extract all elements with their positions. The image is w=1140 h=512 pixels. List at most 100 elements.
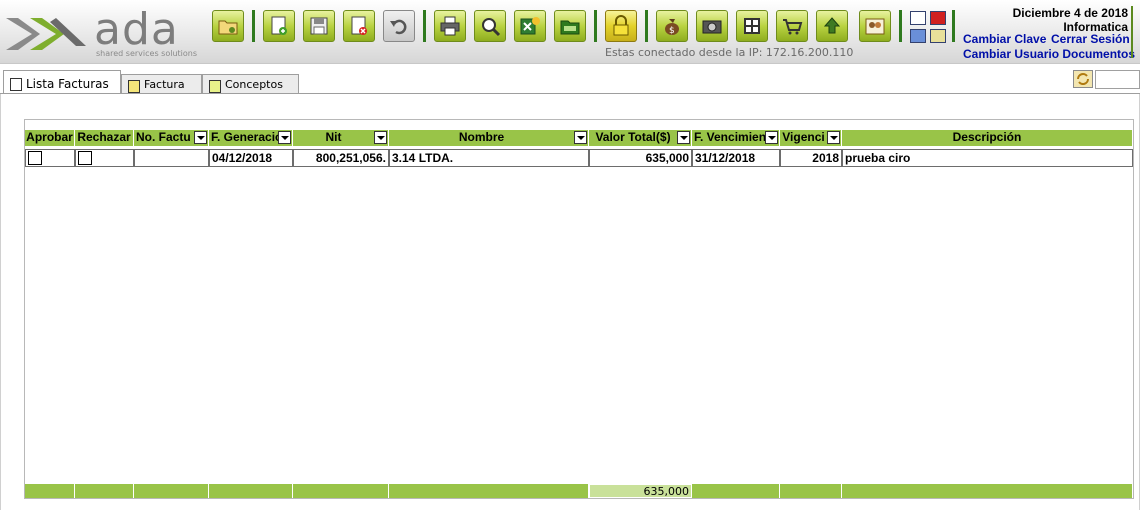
users-button[interactable] [859,10,891,42]
money-bag-icon: $ [661,15,683,37]
dropdown-arrow-icon[interactable] [278,131,291,144]
footer-total-valor: 635,000 [589,484,692,498]
money-folder-button[interactable] [554,10,586,42]
upload-button[interactable] [816,10,848,42]
camera-icon [701,15,723,37]
tree-view-icon[interactable] [910,29,926,43]
column-label: Rechazar [77,130,130,144]
table-cell-no-factura[interactable] [134,149,209,167]
refresh-button[interactable] [1073,70,1093,88]
calculator-icon [741,15,763,37]
list-icon [10,78,22,91]
toolbar-separator [594,10,597,42]
table-cell-nombre[interactable]: 3.14 LTDA. [389,149,589,167]
dropdown-arrow-icon[interactable] [765,131,778,144]
document-icon [128,80,140,93]
save-button[interactable] [303,10,335,42]
new-document-icon [268,15,290,37]
ip-notice: Estas conectado desde la IP: 172.16.200.… [605,46,853,59]
footer-cell [134,484,209,498]
column-header-rechazar[interactable]: Rechazar [75,130,134,146]
column-header-vigencia[interactable]: Vigenci [780,130,842,146]
approve-checkbox[interactable] [28,151,42,165]
footer-cell [692,484,780,498]
undo-icon [388,15,410,37]
table-cell-f-generacion[interactable]: 04/12/2018 [209,149,293,167]
table-cell-aprobar [25,149,75,167]
column-header-f-generacion[interactable]: F. Generació [209,130,293,146]
dropdown-arrow-icon[interactable] [374,131,387,144]
dropdown-arrow-icon[interactable] [574,131,587,144]
flag-icon[interactable] [930,11,946,25]
column-label: Descripción [953,130,1022,144]
app-header: ada shared services solutions $ [0,0,1140,64]
open-folder-button[interactable] [212,10,244,42]
change-password-link[interactable]: Cambiar Clave [963,32,1046,46]
current-date: Diciembre 4 de 2018 [1013,6,1128,20]
invoice-grid: Aprobar Rechazar No. Factu F. Generació … [24,119,1134,499]
toolbar-separator [645,10,648,42]
new-document-button[interactable] [263,10,295,42]
column-header-aprobar[interactable]: Aprobar [25,130,75,146]
delete-button[interactable] [343,10,375,42]
column-header-valor-total[interactable]: Valor Total($) [589,130,692,146]
tab-factura[interactable]: Factura [121,74,202,93]
footer-cell [293,484,389,498]
tab-label: Lista Facturas [26,77,109,91]
column-label: Valor Total($) [589,130,691,145]
search-icon [479,15,501,37]
table-cell-rechazar [75,149,134,167]
change-user-documents-link[interactable]: Cambiar Usuario Documentos [963,47,1135,61]
footer-cell [780,484,842,498]
tab-lista-facturas[interactable]: Lista Facturas [3,70,121,94]
column-header-no-factura[interactable]: No. Factu [134,130,209,146]
column-header-f-vencimiento[interactable]: F. Vencimien [692,130,780,146]
cart-button[interactable] [776,10,808,42]
toolbar-separator [952,10,955,42]
list-view-icon[interactable] [910,11,926,25]
dropdown-arrow-icon[interactable] [677,131,690,144]
table-cell-valor-total[interactable]: 635,000 [589,149,692,167]
column-header-nit[interactable]: Nit [293,130,389,146]
money-bag-button[interactable]: $ [656,10,688,42]
lock-button[interactable] [605,10,637,42]
reject-checkbox[interactable] [78,151,92,165]
undo-button[interactable] [383,10,415,42]
ada-logo: ada shared services solutions [4,6,204,60]
tab-bar: Lista Facturas Factura Conceptos [0,70,1140,94]
logout-link[interactable]: Cerrar Sesión [1051,32,1130,46]
delete-icon [348,15,370,37]
camera-button[interactable] [696,10,728,42]
dropdown-arrow-icon[interactable] [194,131,207,144]
table-cell-descripcion[interactable]: prueba ciro [842,149,1133,167]
svg-text:$: $ [669,26,675,36]
excel-export-icon [519,15,541,37]
calculator-button[interactable] [736,10,768,42]
toolbar-separator [899,10,902,42]
upload-icon [821,15,843,37]
cart-icon [781,15,803,37]
column-header-descripcion[interactable]: Descripción [842,130,1133,146]
toolbar-separator [423,10,426,42]
excel-export-button[interactable] [514,10,546,42]
toolbar-separator [252,10,255,42]
header-divider [1131,6,1133,58]
dropdown-arrow-icon[interactable] [827,131,840,144]
footer-cell [389,484,589,498]
column-header-nombre[interactable]: Nombre [389,130,589,146]
logo-word: ada [94,6,179,54]
refresh-icon [1074,71,1092,87]
tab-conceptos[interactable]: Conceptos [202,74,299,93]
search-button[interactable] [474,10,506,42]
footer-cell [842,484,1133,498]
print-icon [439,15,461,37]
quick-search-field[interactable] [1095,70,1140,89]
card-icon[interactable] [930,29,946,43]
lock-icon [610,15,632,37]
table-cell-f-vencimiento[interactable]: 31/12/2018 [692,149,780,167]
table-cell-nit[interactable]: 800,251,056. [293,149,389,167]
column-label: Nombre [389,130,588,145]
table-cell-vigencia[interactable]: 2018 [780,149,842,167]
footer-cell [209,484,293,498]
print-button[interactable] [434,10,466,42]
